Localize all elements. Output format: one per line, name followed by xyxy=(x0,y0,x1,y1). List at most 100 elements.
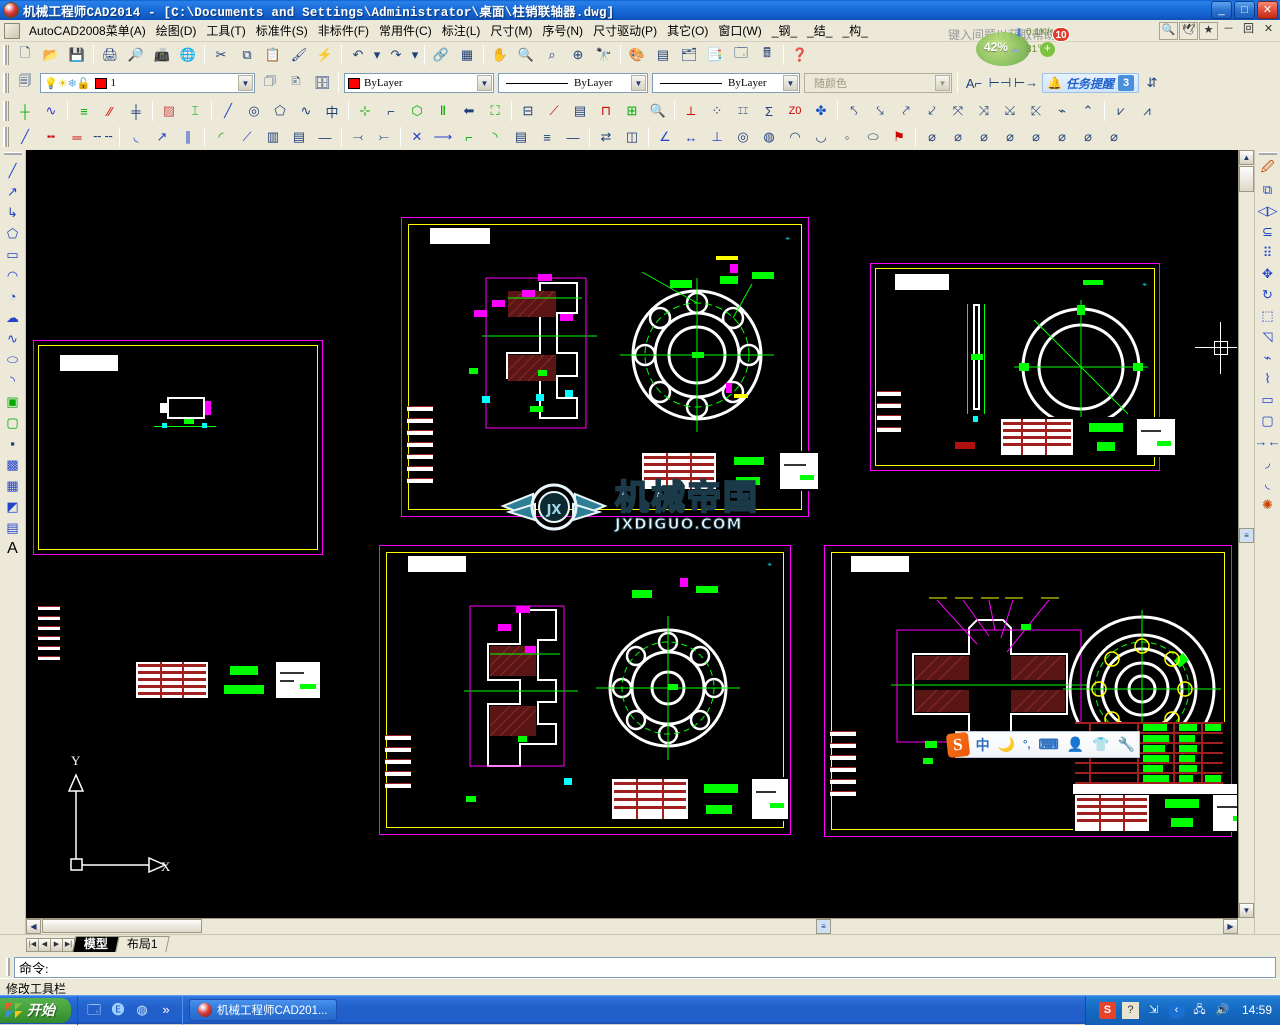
quick-launch-more-icon[interactable]: » xyxy=(157,1001,175,1019)
offset-icon[interactable]: ⇄ xyxy=(594,126,618,148)
task-reminder-button[interactable]: 🔔 任务提醒 3 xyxy=(1042,73,1139,93)
double-line-icon[interactable]: ═ xyxy=(65,126,89,148)
parallel-icon[interactable]: ∥ xyxy=(176,126,200,148)
quick-calc-icon[interactable]: ⚡ xyxy=(313,44,337,66)
trim-icon[interactable]: ⌁ xyxy=(1257,347,1279,368)
undo-icon[interactable]: ↶ xyxy=(346,44,370,66)
vertical-scrollbar[interactable]: ▲ ▼ ≡ xyxy=(1238,150,1254,918)
circle-slash7-icon[interactable]: ⌀ xyxy=(1076,126,1100,148)
copy-icon[interactable]: ⧉ xyxy=(235,44,259,66)
hexagon-icon[interactable]: ⬡ xyxy=(405,100,429,122)
menu-item-tools[interactable]: 工具(T) xyxy=(201,20,250,41)
explode-icon[interactable]: ✺ xyxy=(1257,494,1279,515)
offset-icon[interactable]: ⊆ xyxy=(1257,221,1279,242)
internet-explorer-icon[interactable]: 🅔 xyxy=(109,1001,127,1019)
dim-style-icon[interactable]: ⊢⊣ xyxy=(988,72,1012,94)
design-center-icon[interactable]: ▤ xyxy=(651,44,675,66)
menu-item-serial-number[interactable]: 序号(N) xyxy=(537,20,588,41)
help-tray-icon[interactable]: ? xyxy=(1122,1002,1139,1019)
weld-icon[interactable]: ⌶⌶ xyxy=(731,100,755,122)
cad-canvas[interactable]: ⌖ xyxy=(26,150,1238,934)
circle-slash-icon[interactable]: ⌀ xyxy=(920,126,944,148)
circle-slash8-icon[interactable]: ⌀ xyxy=(1102,126,1126,148)
arc3-icon[interactable]: ◡ xyxy=(809,126,833,148)
menu-item-structure1[interactable]: _结_ xyxy=(802,20,837,41)
circle-icon[interactable]: ◎ xyxy=(242,100,266,122)
ellipse-icon[interactable]: ⬭ xyxy=(2,349,24,370)
zoom-previous-icon[interactable]: ⊕ xyxy=(566,44,590,66)
balloon-icon[interactable]: ⁘ xyxy=(705,100,729,122)
dot-icon[interactable]: ◦ xyxy=(835,126,859,148)
command-grip[interactable] xyxy=(6,958,11,976)
arc-line-icon[interactable]: ◟ xyxy=(124,126,148,148)
scroll-right-button[interactable]: ▶ xyxy=(1223,919,1238,934)
start-button[interactable]: 开始 xyxy=(0,998,71,1023)
wave-line-icon[interactable]: ∿ xyxy=(39,100,63,122)
insert-block-icon[interactable]: ▣ xyxy=(2,391,24,412)
menu-item-annotation[interactable]: 标注(L) xyxy=(437,20,486,41)
section-line-icon[interactable]: ∕∕ xyxy=(98,100,122,122)
sheet-left[interactable] xyxy=(33,340,323,555)
expand-tray-icon[interactable]: ⇲ xyxy=(1145,1002,1162,1019)
hidden-line-icon[interactable]: ≡ xyxy=(72,100,96,122)
scroll-left-button[interactable]: ◀ xyxy=(26,919,41,934)
doc-restore-button[interactable]: 回 xyxy=(1239,22,1258,40)
hatch-icon[interactable]: ▩ xyxy=(2,454,24,475)
zoom-realtime-icon[interactable]: 🔍 xyxy=(514,44,538,66)
leader5-icon[interactable]: ⤧ xyxy=(946,100,970,122)
leader3-icon[interactable]: ⤤ xyxy=(894,100,918,122)
menu-item-structure2[interactable]: _构_ xyxy=(837,20,872,41)
text-style-icon[interactable]: A⌐ xyxy=(962,72,986,94)
print-icon[interactable]: 🖨 xyxy=(98,44,122,66)
rough1-icon[interactable]: ⌁ xyxy=(1050,100,1074,122)
point-icon[interactable]: ⊹ xyxy=(353,100,377,122)
show-desktop-icon[interactable]: 🗔 xyxy=(85,1001,103,1019)
erase-icon[interactable]: 🖉 xyxy=(1257,158,1279,179)
pan-realtime-icon[interactable]: ✋ xyxy=(488,44,512,66)
join-icon[interactable]: →← xyxy=(1257,431,1279,452)
lightbulb-icon[interactable]: 💡 xyxy=(44,77,58,90)
extend-icon[interactable]: ⟶ xyxy=(431,126,455,148)
paste-icon[interactable]: 📋 xyxy=(261,44,285,66)
tangent-icon[interactable]: ◜ xyxy=(209,126,233,148)
star-icon[interactable]: ★ xyxy=(1199,22,1218,40)
zoom-area-icon[interactable]: 🔍 xyxy=(646,100,670,122)
doc-minimize-button[interactable]: － xyxy=(1219,22,1238,40)
chevron-down-icon[interactable]: ▼ xyxy=(631,75,646,91)
cut-icon[interactable]: ✂ xyxy=(209,44,233,66)
rotate-icon[interactable]: ↻ xyxy=(1257,284,1279,305)
tray-collapse-icon[interactable]: ‹ xyxy=(1168,1002,1185,1019)
plot-icon[interactable]: 📠 xyxy=(150,44,174,66)
region-icon[interactable]: ◩ xyxy=(2,496,24,517)
arrow-icon[interactable]: ⬅ xyxy=(457,100,481,122)
revision-cloud-icon[interactable]: ☁ xyxy=(2,307,24,328)
scroll-down-button[interactable]: ▼ xyxy=(1239,903,1254,918)
tools-icon[interactable]: 🔧 xyxy=(1118,736,1135,753)
circle2-icon[interactable]: ◎ xyxy=(731,126,755,148)
copy-icon[interactable]: ⧉ xyxy=(1257,179,1279,200)
taskbar-item-cad[interactable]: 机械工程师CAD201... xyxy=(189,999,337,1021)
redo-dropdown-icon[interactable]: ▾ xyxy=(410,44,420,66)
horizontal-scrollbar[interactable]: ◀ ▶ ≡ xyxy=(26,918,1238,934)
leader2-icon[interactable]: ⤥ xyxy=(868,100,892,122)
angle-icon[interactable]: ∠ xyxy=(653,126,677,148)
menu-item-draw[interactable]: 绘图(D) xyxy=(151,20,202,41)
centermark-icon[interactable]: 中 xyxy=(320,100,344,122)
properties-icon[interactable]: 🎨 xyxy=(625,44,649,66)
chevron-down-icon[interactable]: ▼ xyxy=(477,75,492,91)
lock-icon[interactable]: 🔓 xyxy=(77,77,91,90)
menu-item-steel[interactable]: _钢_ xyxy=(767,20,802,41)
break-at-point-icon[interactable]: ▭ xyxy=(1257,389,1279,410)
minimize-button[interactable]: _ xyxy=(1211,1,1232,19)
command-input[interactable]: 命令: xyxy=(14,957,1276,978)
fillet-icon[interactable]: ◟ xyxy=(1257,473,1279,494)
break-icon[interactable]: ▢ xyxy=(1257,410,1279,431)
polyline-icon[interactable]: ↳ xyxy=(2,202,24,223)
jump-icon[interactable]: ⇵ xyxy=(1140,72,1164,94)
markup-set-icon[interactable]: 🗔 xyxy=(729,44,753,66)
previous-layer-icon[interactable]: 🗈 xyxy=(284,72,308,94)
perp-icon[interactable]: ⊥ xyxy=(705,126,729,148)
spline-icon[interactable]: ∿ xyxy=(2,328,24,349)
punctuation-icon[interactable]: °, xyxy=(1023,739,1030,751)
taskbar-clock[interactable]: 14:59 xyxy=(1242,1003,1272,1017)
